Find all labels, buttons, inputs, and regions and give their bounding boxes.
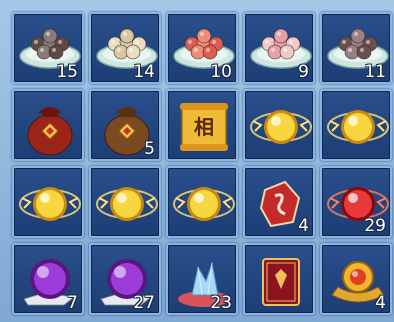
gold-orb-icon <box>327 110 389 144</box>
item-count: 4 <box>298 216 309 236</box>
inventory-slot[interactable]: 4 <box>320 243 392 315</box>
inventory-slot[interactable]: 11 <box>320 12 392 84</box>
inventory-slot[interactable]: 23 <box>166 243 238 315</box>
item-count: 11 <box>364 62 386 82</box>
inventory-slot[interactable]: 5 <box>89 89 161 161</box>
inventory-slot[interactable] <box>243 243 315 315</box>
inventory-slot[interactable] <box>166 166 238 238</box>
item-count: 10 <box>210 62 232 82</box>
item-count: 7 <box>67 293 78 313</box>
scroll-glyph: 相 <box>194 115 214 139</box>
inventory-slot[interactable]: 15 <box>12 12 84 84</box>
gold-scroll-icon: 相 <box>180 103 228 151</box>
inventory-slot[interactable]: 7 <box>12 243 84 315</box>
inventory-slot[interactable]: 29 <box>320 166 392 238</box>
inventory-slot[interactable] <box>12 166 84 238</box>
inventory-slot[interactable]: 4 <box>243 166 315 238</box>
inventory-slot[interactable]: 10 <box>166 12 238 84</box>
gold-orb-icon <box>19 187 81 221</box>
inventory-grid: 15 14 10 9 11 5 相 4 29 7 27 23 4 <box>12 12 392 315</box>
item-count: 15 <box>56 62 78 82</box>
inventory-slot[interactable] <box>243 89 315 161</box>
gold-orb-icon <box>173 187 235 221</box>
item-count: 14 <box>133 62 155 82</box>
inventory-slot[interactable] <box>320 89 392 161</box>
red-book-icon <box>262 258 300 306</box>
inventory-slot[interactable]: 14 <box>89 12 161 84</box>
item-count: 9 <box>298 62 309 82</box>
item-count: 4 <box>375 293 386 313</box>
inventory-slot[interactable] <box>89 166 161 238</box>
item-count: 29 <box>364 216 386 236</box>
item-count: 27 <box>133 293 155 313</box>
inventory-slot[interactable]: 9 <box>243 12 315 84</box>
item-count: 5 <box>144 139 155 159</box>
inventory-panel: 15 14 10 9 11 5 相 4 29 7 27 23 4 <box>0 0 394 322</box>
gold-orb-icon <box>96 187 158 221</box>
inventory-slot[interactable] <box>12 89 84 161</box>
item-count: 23 <box>210 293 232 313</box>
red-lucky-bag-icon <box>27 107 73 156</box>
inventory-slot[interactable]: 27 <box>89 243 161 315</box>
gold-orb-icon <box>250 110 312 144</box>
inventory-slot[interactable]: 相 <box>166 89 238 161</box>
